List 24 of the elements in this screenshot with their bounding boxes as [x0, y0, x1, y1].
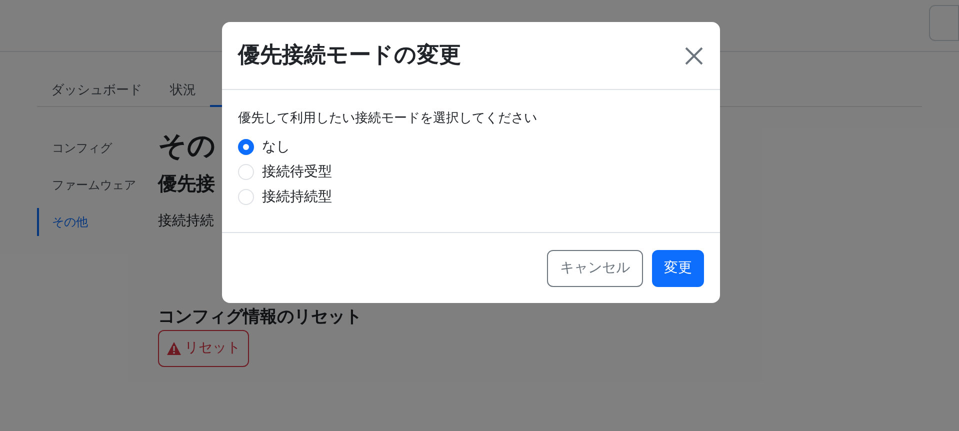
modal-title: 優先接続モードの変更: [238, 42, 461, 70]
option-label[interactable]: なし: [262, 136, 290, 158]
page-heading: その: [158, 128, 216, 164]
radio-button[interactable]: [238, 164, 254, 180]
reset-button[interactable]: リセット: [158, 330, 249, 366]
confirm-button[interactable]: 変更: [652, 250, 704, 286]
section-heading: コンフィグ情報のリセット: [158, 306, 362, 328]
tab[interactable]: 状況: [156, 74, 210, 107]
header-button[interactable]: [929, 5, 959, 41]
warning-icon: [166, 342, 180, 354]
close-button[interactable]: [684, 46, 704, 66]
option-label[interactable]: 接続待受型: [262, 162, 332, 182]
option-label[interactable]: 接続持続型: [262, 186, 332, 208]
cancel-button[interactable]: キャンセル: [547, 250, 643, 286]
tab[interactable]: ダッシュボード: [37, 74, 156, 107]
sidebar-item[interactable]: コンフィグ: [39, 134, 158, 162]
radio-button[interactable]: [238, 189, 254, 205]
sidebar-item[interactable]: ファームウェア: [39, 171, 158, 199]
sidebar-item[interactable]: その他: [37, 208, 158, 236]
section-heading: 優先接: [158, 172, 215, 197]
close-icon: [685, 46, 703, 64]
radio-button[interactable]: [238, 139, 254, 155]
section-text: 接続持続: [158, 212, 214, 230]
prompt-text: 優先して利用したい接続モードを選択してください: [238, 110, 538, 128]
